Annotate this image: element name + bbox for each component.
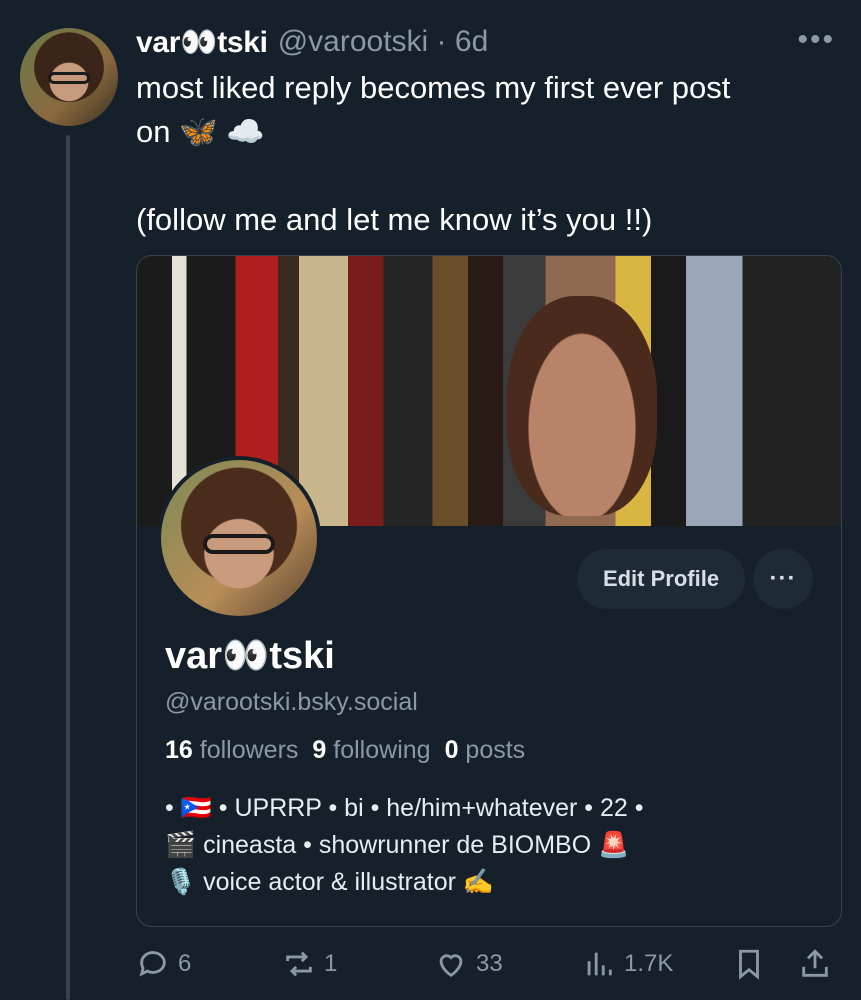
author-avatar[interactable] [20, 28, 118, 126]
bookmark-button[interactable] [732, 940, 766, 988]
profile-name: var👀tski [165, 635, 335, 677]
post-text: most liked reply becomes my first ever p… [136, 70, 731, 237]
author-name[interactable]: var👀tski [136, 25, 268, 60]
profile-handle: @varootski.bsky.social [165, 688, 418, 716]
post-actions: 6 1 33 1.7K [136, 940, 836, 988]
reply-count: 6 [178, 950, 192, 977]
like-button[interactable]: 33 [434, 940, 503, 988]
views-count: 1.7K [624, 950, 674, 977]
post-age: 6d [454, 25, 489, 58]
edit-profile-button[interactable]: Edit Profile [577, 549, 745, 609]
share-icon [802, 949, 828, 977]
repost-button[interactable]: 1 [282, 940, 337, 988]
followers-stat[interactable]: 16 followers [165, 736, 298, 765]
bookmark-icon [739, 949, 759, 980]
like-icon [439, 954, 463, 978]
post-more-icon[interactable]: ••• [797, 25, 835, 55]
like-count: 33 [476, 950, 503, 977]
profile-stats: 16 followers 9 following 0 posts [165, 736, 525, 765]
author-handle[interactable]: @varootski · 6d [278, 25, 489, 59]
reply-icon [139, 951, 166, 977]
profile-more-button[interactable]: ··· [753, 549, 813, 609]
share-button[interactable] [798, 940, 832, 988]
thread-line [66, 135, 70, 1000]
profile-card[interactable]: Edit Profile ··· var👀tski @varootski.bsk… [136, 255, 842, 927]
profile-avatar [157, 456, 321, 620]
post-header: var👀tski @varootski · 6d [136, 22, 841, 62]
views-button[interactable]: 1.7K [582, 940, 673, 988]
views-icon [587, 952, 612, 976]
repost-icon [286, 951, 312, 977]
profile-bio: • 🇵🇷 • UPRRP • bi • he/him+whatever • 22… [165, 794, 644, 896]
following-stat[interactable]: 9 following [312, 736, 430, 765]
reply-button[interactable]: 6 [136, 940, 191, 988]
repost-count: 1 [324, 950, 338, 977]
posts-stat: 0 posts [444, 736, 526, 764]
